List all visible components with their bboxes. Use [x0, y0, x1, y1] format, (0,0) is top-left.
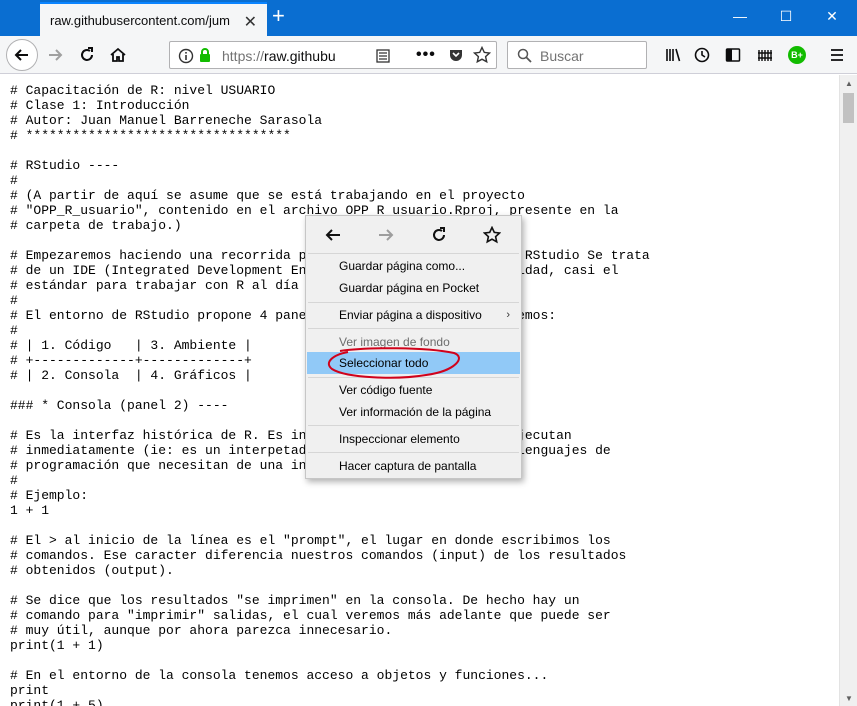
- menu-item-take-screenshot[interactable]: Hacer captura de pantalla: [307, 455, 520, 477]
- pocket-icon[interactable]: [448, 47, 464, 66]
- minimize-icon[interactable]: —: [730, 8, 750, 24]
- scroll-down-icon[interactable]: ▼: [845, 694, 853, 703]
- context-reload-icon[interactable]: [427, 224, 451, 246]
- navigation-toolbar: https://raw.githubu ••• Buscar B+: [0, 36, 857, 74]
- menu-item-send-to-device[interactable]: Enviar página a dispositivo ›: [307, 304, 520, 326]
- menu-separator: [308, 302, 519, 303]
- tab-strip: raw.githubusercontent.com/jumanbar ✕ + —…: [0, 0, 857, 36]
- url-scheme: https://: [222, 48, 265, 64]
- menu-item-save-to-pocket[interactable]: Guardar página en Pocket: [307, 277, 520, 299]
- lock-icon[interactable]: [198, 47, 212, 66]
- home-icon[interactable]: [103, 40, 133, 70]
- menu-item-label: Guardar página como...: [339, 259, 466, 273]
- context-menu-navigation: [306, 216, 521, 252]
- menu-separator: [308, 452, 519, 453]
- vertical-scrollbar[interactable]: ▲ ▼: [839, 75, 857, 706]
- menu-separator: [308, 425, 519, 426]
- back-arrow-icon[interactable]: [6, 39, 38, 71]
- new-tab-icon[interactable]: +: [272, 5, 285, 27]
- menu-item-label: Guardar página en Pocket: [339, 281, 480, 295]
- menu-item-page-info[interactable]: Ver información de la página: [307, 401, 520, 423]
- scrollbar-thumb[interactable]: [843, 93, 854, 123]
- menu-item-label: Ver código fuente: [339, 383, 433, 397]
- menu-item-view-background-image: Ver imagen de fondo: [307, 331, 520, 353]
- url-bar[interactable]: https://raw.githubu •••: [169, 41, 497, 69]
- menu-separator: [308, 253, 519, 254]
- menu-item-select-all[interactable]: Seleccionar todo: [307, 352, 520, 374]
- submenu-arrow-icon: ›: [506, 309, 510, 321]
- menu-item-view-source[interactable]: Ver código fuente: [307, 379, 520, 401]
- reader-view-icon[interactable]: [375, 48, 391, 67]
- hamburger-menu-icon[interactable]: [822, 40, 852, 70]
- menu-separator: [308, 377, 519, 378]
- url-host: raw.githubu: [264, 48, 336, 64]
- reload-icon[interactable]: [72, 40, 102, 70]
- page-actions-icon[interactable]: •••: [416, 46, 436, 64]
- search-bar[interactable]: Buscar: [507, 41, 647, 69]
- menu-separator: [308, 328, 519, 329]
- history-icon[interactable]: [687, 40, 717, 70]
- menu-item-label: Seleccionar todo: [339, 356, 429, 370]
- close-window-icon[interactable]: ✕: [822, 8, 842, 25]
- context-back-icon[interactable]: [321, 224, 345, 246]
- info-icon[interactable]: [178, 48, 194, 67]
- tab-close-icon[interactable]: ✕: [244, 12, 257, 32]
- menu-item-label: Hacer captura de pantalla: [339, 459, 477, 473]
- menu-item-save-page-as[interactable]: Guardar página como...: [307, 255, 520, 277]
- menu-item-label: Inspeccionar elemento: [339, 432, 460, 446]
- search-icon: [517, 48, 532, 66]
- library-icon[interactable]: [658, 40, 688, 70]
- menu-item-label: Ver imagen de fondo: [339, 335, 450, 349]
- context-forward-icon[interactable]: [374, 224, 398, 246]
- addon-badge-label: B+: [788, 46, 806, 64]
- menu-item-inspect-element[interactable]: Inspeccionar elemento: [307, 428, 520, 450]
- menu-item-label: Enviar página a dispositivo: [339, 308, 482, 322]
- extension-icon[interactable]: [750, 40, 780, 70]
- forward-arrow-icon[interactable]: [40, 40, 70, 70]
- sidebar-icon[interactable]: [718, 40, 748, 70]
- context-menu: Guardar página como... Guardar página en…: [305, 215, 522, 479]
- search-placeholder: Buscar: [540, 48, 584, 64]
- maximize-icon[interactable]: ☐: [776, 8, 796, 25]
- active-tab[interactable]: raw.githubusercontent.com/jumanbar ✕: [40, 2, 267, 36]
- tab-title: raw.githubusercontent.com/jumanbar: [50, 12, 230, 28]
- addon-badge-icon[interactable]: B+: [782, 40, 812, 70]
- url-text: https://raw.githubu: [222, 48, 342, 64]
- context-bookmark-icon[interactable]: [480, 224, 504, 246]
- star-icon[interactable]: [472, 45, 492, 67]
- scroll-up-icon[interactable]: ▲: [845, 79, 853, 88]
- menu-item-label: Ver información de la página: [339, 405, 492, 419]
